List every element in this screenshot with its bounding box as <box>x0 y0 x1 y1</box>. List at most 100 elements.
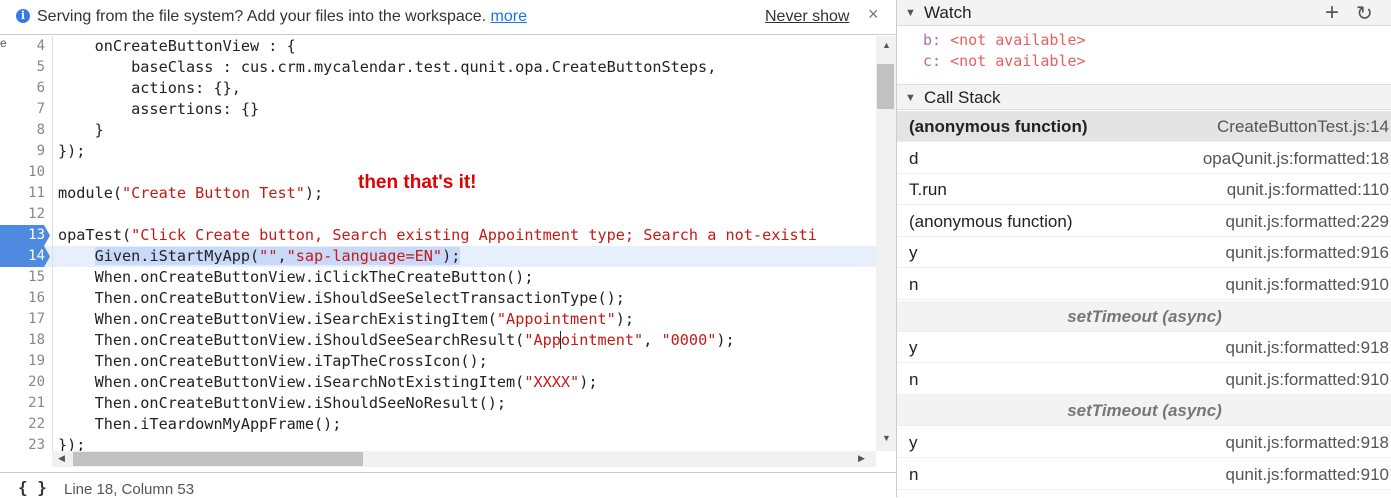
scroll-down-icon[interactable]: ▼ <box>882 433 891 443</box>
line-number[interactable]: 11 <box>0 183 50 204</box>
frame-location[interactable]: qunit.js:formatted:918 <box>1226 433 1389 453</box>
line-number[interactable]: 19 <box>0 351 50 372</box>
frame-function: d <box>909 148 919 168</box>
code-line: 15 When.onCreateButtonView.iClickTheCrea… <box>0 267 876 288</box>
frame-location[interactable]: CreateButtonTest.js:14 <box>1217 117 1389 137</box>
add-watch-icon[interactable]: + <box>1325 0 1339 27</box>
frame-function: T.run <box>909 180 947 200</box>
frame-location[interactable]: qunit.js:formatted:229 <box>1226 212 1389 232</box>
line-number[interactable]: 8 <box>0 120 50 141</box>
code-line: 19 Then.onCreateButtonView.iTapTheCrossI… <box>0 351 876 372</box>
workspace-infobar: i Serving from the file system? Add your… <box>0 0 896 35</box>
code-text: } <box>58 121 104 139</box>
scroll-up-icon[interactable]: ▲ <box>882 40 891 50</box>
code-line: 7 assertions: {} <box>0 99 876 120</box>
callstack-frame[interactable]: n qunit.js:formatted:910 <box>897 364 1391 395</box>
code-editor[interactable]: 4 onCreateButtonView : { 5 baseClass : cu… <box>0 36 876 451</box>
close-icon[interactable]: × <box>868 4 879 25</box>
refresh-icon[interactable]: ↻ <box>1356 1 1373 26</box>
code-text: onCreateButtonView : { <box>58 37 296 55</box>
line-number[interactable]: 9 <box>0 141 50 162</box>
watch-item[interactable]: c: <not available> <box>923 52 1086 70</box>
code-line: 6 actions: {}, <box>0 78 876 99</box>
pretty-print-button[interactable]: { } <box>18 478 47 497</box>
line-number[interactable]: 17 <box>0 309 50 330</box>
line-number[interactable]: 18 <box>0 330 50 351</box>
frame-location[interactable]: qunit.js:formatted:910 <box>1226 465 1389 485</box>
never-show-link[interactable]: Never show <box>765 8 849 26</box>
vertical-scroll-thumb[interactable] <box>877 64 894 109</box>
frame-location[interactable]: opaQunit.js:formatted:18 <box>1203 149 1389 169</box>
frame-location[interactable]: qunit.js:formatted:110 <box>1227 180 1389 200</box>
debugger-sidebar: ▼ Watch + ↻ b: <not available> c: <not av… <box>896 0 1391 497</box>
string-literal: "XXXX" <box>524 373 580 391</box>
callstack-frame[interactable]: y qunit.js:formatted:918 <box>897 332 1391 364</box>
line-number[interactable]: 23 <box>0 435 50 451</box>
callstack-section-header[interactable]: ▼ Call Stack <box>897 84 1391 110</box>
watch-item[interactable]: b: <not available> <box>923 31 1086 49</box>
callstack-frame[interactable]: n qunit.js:formatted:910 <box>897 269 1391 300</box>
frame-function: y <box>909 243 918 263</box>
watch-value: <not available> <box>950 31 1086 49</box>
frame-location[interactable]: qunit.js:formatted:910 <box>1226 275 1389 295</box>
watch-title: Watch <box>924 3 972 22</box>
code-line: 17 When.onCreateButtonView.iSearchExisti… <box>0 309 876 330</box>
frame-function: n <box>909 464 919 484</box>
code-text: Then.onCreateButtonView.iTapTheCrossIcon… <box>58 352 488 370</box>
breakpoint-marker[interactable]: 14 <box>0 246 50 267</box>
scroll-left-icon[interactable]: ◀ <box>58 453 65 464</box>
callstack-title: Call Stack <box>924 88 1001 107</box>
callstack-frame[interactable]: y qunit.js:formatted:918 <box>897 427 1391 458</box>
code-line: 13 opaTest("Click Create button, Search e… <box>0 225 876 246</box>
callstack-frame[interactable]: (anonymous function) qunit.js:formatted:2… <box>897 206 1391 237</box>
line-number[interactable]: 21 <box>0 393 50 414</box>
info-icon: i <box>16 9 30 23</box>
line-number[interactable]: 7 <box>0 99 50 120</box>
code-text: Then.iTeardownMyAppFrame(); <box>58 415 342 433</box>
code-line: 12 <box>0 204 876 225</box>
scroll-right-icon[interactable]: ▶ <box>858 453 865 464</box>
line-number[interactable]: 10 <box>0 162 50 183</box>
callstack-frame[interactable]: (anonymous function) CreateButtonTest.js:… <box>897 111 1391 142</box>
line-number[interactable]: 5 <box>0 57 50 78</box>
expand-triangle-icon[interactable]: ▼ <box>905 7 916 19</box>
code-text: Then.onCreateButtonView.iShouldSeeSearch… <box>58 331 735 349</box>
line-number[interactable]: 22 <box>0 414 50 435</box>
frame-location[interactable]: qunit.js:formatted:910 <box>1226 370 1389 390</box>
frame-location[interactable]: qunit.js:formatted:918 <box>1226 338 1389 358</box>
callstack-frame[interactable]: n qunit.js:formatted:910 <box>897 459 1391 490</box>
horizontal-scroll-thumb[interactable] <box>73 452 363 466</box>
line-number[interactable]: 16 <box>0 288 50 309</box>
frame-function: (anonymous function) <box>909 211 1073 231</box>
line-number[interactable]: 20 <box>0 372 50 393</box>
line-number[interactable]: 12 <box>0 204 50 225</box>
callstack-frame[interactable]: d opaQunit.js:formatted:18 <box>897 143 1391 174</box>
frame-function: n <box>909 275 919 294</box>
code-text: baseClass : cus.crm.mycalendar.test.quni… <box>58 58 717 76</box>
string-literal: "" <box>259 247 278 265</box>
vertical-scrollbar[interactable]: ▲ ▼ <box>876 36 896 451</box>
code-line: 20 When.onCreateButtonView.iSearchNotExi… <box>0 372 876 393</box>
async-separator: setTimeout (async) <box>897 300 1391 332</box>
code-text: }); <box>58 436 86 451</box>
code-line: 21 Then.onCreateButtonView.iShouldSeeNoR… <box>0 393 876 414</box>
frame-location[interactable]: qunit.js:formatted:916 <box>1226 243 1389 263</box>
watch-name: c: <box>923 52 951 70</box>
horizontal-scrollbar[interactable]: ◀ ▶ <box>52 451 876 467</box>
gutter-divider <box>52 36 53 451</box>
watch-section-header[interactable]: ▼ Watch + ↻ <box>897 0 1391 26</box>
breakpoint-marker[interactable]: 13 <box>0 225 50 246</box>
line-number[interactable]: 6 <box>0 78 50 99</box>
string-literal: "0000" <box>661 331 717 349</box>
more-link[interactable]: more <box>491 8 527 25</box>
string-literal: "sap-language=EN" <box>286 247 443 265</box>
code-line: 9}); <box>0 141 876 162</box>
code-text: actions: {}, <box>58 79 241 97</box>
code-text: Given.iStartMyApp("","sap-language=EN"); <box>58 246 461 267</box>
callstack-frame[interactable]: T.run qunit.js:formatted:110 <box>897 174 1391 206</box>
line-number[interactable]: 4 <box>0 36 50 57</box>
expand-triangle-icon[interactable]: ▼ <box>905 92 916 104</box>
code-line: 23}); <box>0 435 876 451</box>
callstack-frame[interactable]: y qunit.js:formatted:916 <box>897 237 1391 269</box>
line-number[interactable]: 15 <box>0 267 50 288</box>
